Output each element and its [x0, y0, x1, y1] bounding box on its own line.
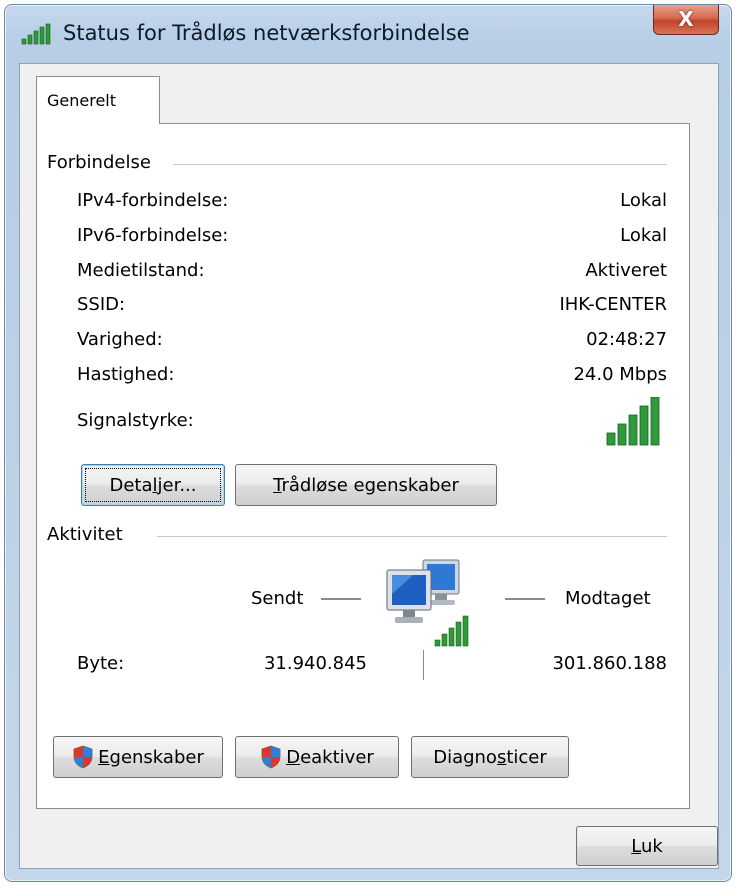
uac-shield-icon — [73, 745, 93, 769]
tab-panel-generelt: Forbindelse IPv4-forbindelse: Lokal IPv6… — [36, 123, 690, 809]
activity-group-divider — [157, 536, 667, 537]
media-state-label: Medietilstand: — [77, 260, 205, 281]
wireless-signal-icon — [21, 23, 51, 45]
media-state-value: Aktiveret — [585, 260, 667, 281]
tab-label: Generelt — [47, 91, 117, 110]
duration-value: 02:48:27 — [586, 329, 667, 350]
window-title: Status for Trådløs netværksforbindelse — [63, 21, 470, 45]
ipv6-label: IPv6-forbindelse: — [77, 225, 229, 246]
title-bar[interactable]: Status for Trådløs netværksforbindelse X — [5, 5, 731, 65]
received-separator-line — [505, 598, 545, 600]
signal-bar — [639, 405, 649, 446]
signal-strength-label: Signalstyrke: — [77, 410, 194, 431]
speed-label: Hastighed: — [77, 364, 175, 385]
signal-strength-meter — [606, 397, 660, 446]
close-icon: X — [678, 7, 694, 31]
uac-shield-icon — [261, 745, 281, 769]
signal-bar — [628, 414, 638, 446]
disable-button-label: Deaktiver — [286, 746, 374, 768]
properties-button[interactable]: Egenskaber — [53, 736, 223, 778]
signal-bar — [650, 397, 660, 446]
diagnose-button[interactable]: Diagnosticer — [411, 736, 569, 778]
disable-button[interactable]: Deaktiver — [235, 736, 399, 778]
wireless-properties-button[interactable]: Trådløse egenskaber — [235, 464, 497, 506]
ipv4-value: Lokal — [620, 190, 667, 211]
activity-group-heading: Aktivitet — [47, 524, 131, 545]
signal-bar — [617, 423, 627, 446]
ipv6-value: Lokal — [620, 225, 667, 246]
tab-generelt[interactable]: Generelt — [36, 76, 160, 124]
close-button[interactable]: Luk — [576, 826, 718, 866]
ipv4-label: IPv4-forbindelse: — [77, 190, 229, 211]
close-window-button[interactable]: X — [653, 5, 719, 35]
properties-button-label: Egenskaber — [98, 746, 204, 768]
sent-separator-line — [321, 598, 361, 600]
dialog-client-area: Generelt Forbindelse IPv4-forbindelse: L… — [19, 63, 719, 869]
sent-label: Sendt — [251, 588, 304, 609]
bytes-received-value: 301.860.188 — [552, 653, 667, 674]
ssid-label: SSID: — [77, 294, 126, 315]
duration-label: Varighed: — [77, 329, 163, 350]
bytes-sent-value: 31.940.845 — [263, 653, 367, 674]
details-button[interactable]: Detaljer... — [81, 464, 225, 506]
close-button-label: Luk — [631, 835, 663, 857]
signal-bar — [606, 432, 616, 446]
bytes-label: Byte: — [77, 653, 125, 674]
ssid-value: IHK-CENTER — [559, 294, 667, 315]
received-label: Modtaget — [565, 588, 651, 609]
dialog-window: Status for Trådløs netværksforbindelse X… — [4, 4, 732, 882]
focus-ring — [85, 468, 221, 502]
connection-group-divider — [173, 164, 667, 165]
bytes-divider — [423, 650, 424, 680]
connection-group-heading: Forbindelse — [47, 152, 159, 173]
diagnose-button-label: Diagnosticer — [433, 746, 547, 768]
network-computers-icon — [386, 559, 469, 647]
speed-value: 24.0 Mbps — [573, 364, 667, 385]
wireless-properties-button-label: Trådløse egenskaber — [273, 474, 459, 496]
